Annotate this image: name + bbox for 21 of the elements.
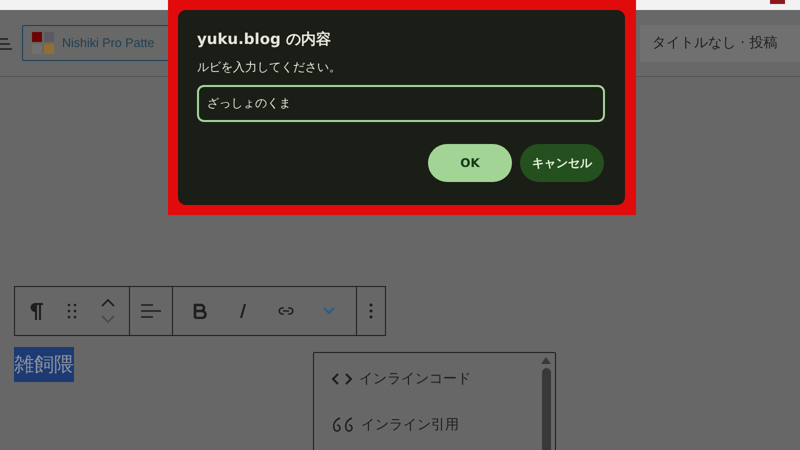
up-down-icon [100, 298, 116, 324]
drag-icon [67, 303, 77, 319]
pattern-icon [32, 32, 54, 54]
chevron-icon [323, 307, 335, 315]
align-icon [141, 303, 161, 319]
dialog-message: ルビを入力してください。 [197, 59, 342, 76]
ok-button[interactable]: OK [428, 144, 512, 182]
menu-item[interactable]: インラインコード [331, 363, 555, 395]
quote-icon [331, 416, 355, 434]
more-icon [369, 303, 373, 319]
selected-text: 雑飼隈 [14, 347, 74, 382]
code-icon [331, 372, 353, 386]
bold-icon [193, 303, 207, 319]
input-field[interactable]: ざっしょのくま [197, 85, 605, 122]
scroll-up-icon[interactable] [541, 357, 551, 364]
menu-item[interactable]: インライン引用 [331, 409, 555, 441]
cancel-button[interactable]: キャンセル [520, 144, 604, 182]
document-title[interactable]: タイトルなし · 投稿 [640, 24, 800, 62]
scrollbar-thumb[interactable] [542, 368, 550, 450]
paragraph-icon [29, 302, 43, 320]
italic-icon [239, 303, 247, 319]
